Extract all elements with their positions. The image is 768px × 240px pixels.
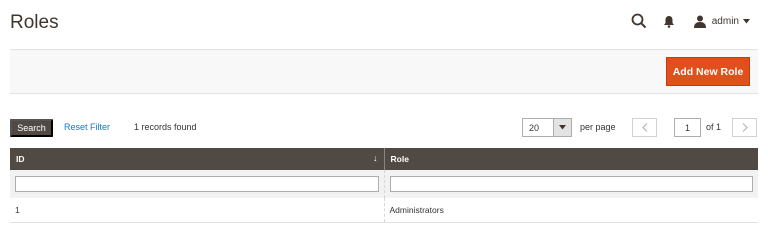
column-header-id[interactable]: ID ↓ (10, 148, 385, 170)
cell-role: Administrators (384, 198, 758, 223)
per-page-label: per page (580, 122, 616, 132)
per-page-value: 20 (529, 122, 540, 133)
search-icon[interactable] (631, 13, 647, 29)
next-page-button[interactable] (732, 118, 757, 137)
per-page-select[interactable]: 20 (522, 118, 572, 137)
header-actions: admin (631, 12, 750, 30)
records-found-count: 1 records found (134, 122, 197, 132)
previous-page-button[interactable] (632, 118, 657, 137)
add-new-role-button[interactable]: Add New Role (666, 57, 750, 86)
filter-cell-role (384, 170, 758, 198)
column-header-label: Role (390, 154, 409, 164)
bell-icon[interactable] (663, 15, 675, 28)
filter-id-input[interactable] (15, 176, 379, 192)
table-header-row: ID ↓ Role (10, 148, 758, 170)
page-title: Roles (10, 12, 59, 33)
current-page-input[interactable] (674, 118, 701, 137)
chevron-left-icon (641, 120, 648, 135)
caret-down-icon (743, 18, 750, 24)
column-header-label: ID (16, 154, 25, 164)
chevron-right-icon (742, 120, 748, 135)
total-pages-label: of 1 (706, 122, 722, 132)
user-icon (693, 15, 706, 28)
reset-filter-link[interactable]: Reset Filter (64, 122, 110, 132)
filter-role-input[interactable] (389, 176, 753, 192)
table-row[interactable]: 1 Administrators (10, 198, 758, 223)
sort-descending-icon: ↓ (373, 153, 378, 163)
page-actions-bar: Add New Role (10, 49, 758, 94)
filter-cell-id (10, 170, 385, 198)
roles-grid: ID ↓ Role 1 Administrators (10, 148, 758, 223)
search-button[interactable]: Search (10, 119, 53, 137)
column-header-role[interactable]: Role (384, 148, 758, 170)
filter-row (10, 170, 758, 198)
cell-id: 1 (10, 198, 385, 223)
chevron-down-icon[interactable] (553, 119, 571, 136)
user-name: admin (711, 15, 739, 27)
admin-user-menu[interactable]: admin (693, 15, 750, 28)
